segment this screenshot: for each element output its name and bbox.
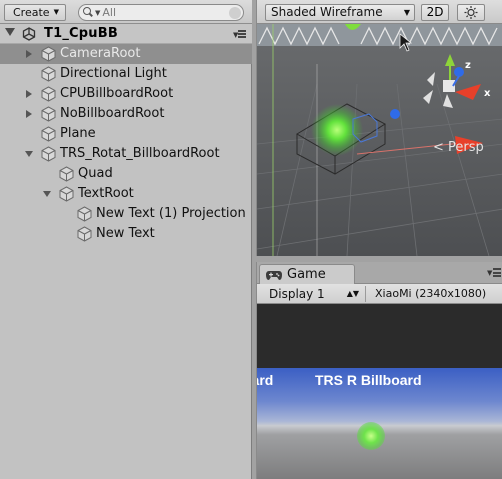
hierarchy-item-trs-rotat-billboard-root[interactable]: TRS_Rotat_BillboardRoot [0, 144, 252, 164]
hierarchy-item-camera-root[interactable]: CameraRoot [0, 44, 252, 64]
hierarchy-item-plane[interactable]: Plane [0, 124, 252, 144]
fold-closed-icon[interactable] [26, 90, 32, 98]
shading-mode-label: Shaded Wireframe [271, 5, 383, 19]
expand-arrow-icon[interactable] [5, 28, 15, 36]
hierarchy-item-label: CPUBillboardRoot [60, 86, 174, 101]
gameobject-cube-icon [77, 226, 92, 242]
gameobject-cube-icon [59, 186, 74, 202]
hierarchy-item-new-text[interactable]: New Text [0, 224, 252, 244]
scene-lighting-button[interactable] [457, 4, 485, 21]
unity-logo-icon [22, 27, 36, 41]
search-icon [83, 7, 94, 18]
fold-closed-icon[interactable] [26, 50, 32, 58]
persp-label[interactable]: < Persp [433, 140, 484, 155]
hierarchy-item-cpu-billboard-root[interactable]: CPUBillboardRoot [0, 84, 252, 104]
dropdown-caret-icon: ▼ [53, 8, 59, 16]
game-tab-bar: Game ▼ [257, 262, 502, 284]
create-label: Create [13, 6, 50, 19]
gameobject-cube-icon [41, 126, 56, 142]
sun-icon [464, 6, 478, 19]
display-label: Display 1 [269, 287, 325, 301]
hierarchy-search[interactable]: ▼ [78, 4, 244, 21]
fold-closed-icon[interactable] [26, 110, 32, 118]
game-viewport[interactable]: oard TRS R Billboard [257, 304, 502, 479]
game-toolbar: Display 1 ▲▼ XiaoMi (2340x1080) [257, 284, 502, 304]
gameobject-cube-icon [41, 86, 56, 102]
billboard-text-cut: oard [257, 372, 274, 388]
dropdown-caret-icon: ▼ [403, 8, 410, 17]
scene-header-row[interactable]: T1_CpuBB ▼ [0, 24, 252, 44]
resolution-dropdown[interactable]: XiaoMi (2340x1080) [371, 286, 501, 302]
scene-name: T1_CpuBB [44, 26, 118, 41]
gameobject-cube-icon [41, 66, 56, 82]
hierarchy-item-label: New Text [96, 226, 155, 241]
axis-x-label: x [484, 88, 491, 99]
search-clear-icon[interactable] [229, 7, 241, 19]
hierarchy-item-label: TRS_Rotat_BillboardRoot [60, 146, 220, 161]
hierarchy-toolbar: Create ▼ ▼ [0, 0, 252, 24]
hierarchy-item-label: NoBillboardRoot [60, 106, 165, 121]
billboard-title-text: TRS R Billboard [315, 372, 422, 388]
gameobject-cube-icon [41, 106, 56, 122]
scene-view-panel: Shaded Wireframe ▼ 2D z x < Persp [256, 0, 502, 256]
green-sphere [357, 422, 385, 450]
dropdown-caret-icon: ▲▼ [346, 289, 359, 298]
hierarchy-item-label: CameraRoot [60, 46, 141, 61]
game-menu-icon[interactable]: ▼ [487, 267, 501, 279]
create-button[interactable]: Create ▼ [4, 4, 66, 21]
gameobject-cube-icon [59, 166, 74, 182]
fold-open-icon[interactable] [25, 151, 33, 157]
search-filter-caret-icon[interactable]: ▼ [95, 9, 100, 17]
hierarchy-item-label: New Text (1) Projection [96, 206, 246, 221]
scene-toolbar: Shaded Wireframe ▼ 2D [257, 0, 502, 24]
gameobject-cube-icon [41, 146, 56, 162]
tab-game[interactable]: Game [259, 264, 355, 284]
toggle-2d-button[interactable]: 2D [421, 4, 449, 21]
game-controller-icon [266, 270, 282, 280]
game-tab-label: Game [287, 267, 326, 282]
hierarchy-item-label: Plane [60, 126, 96, 141]
hierarchy-panel: Create ▼ ▼ T1_CpuBB ▼ [0, 0, 252, 479]
game-view-panel: Game ▼ Display 1 ▲▼ XiaoMi (2340x1080) o… [256, 262, 502, 479]
hierarchy-item-quad[interactable]: Quad [0, 164, 252, 184]
search-input[interactable] [102, 6, 233, 19]
hierarchy-item-directional-light[interactable]: Directional Light [0, 64, 252, 84]
unity-editor: Create ▼ ▼ T1_CpuBB ▼ [0, 0, 502, 479]
display-dropdown[interactable]: Display 1 ▲▼ [263, 286, 366, 302]
hierarchy-item-new-text-1-projection[interactable]: New Text (1) Projection [0, 204, 252, 224]
shading-mode-dropdown[interactable]: Shaded Wireframe ▼ [265, 4, 415, 21]
hierarchy-item-label: Directional Light [60, 66, 167, 81]
hierarchy-item-label: TextRoot [78, 186, 134, 201]
fold-open-icon[interactable] [43, 191, 51, 197]
hierarchy-item-label: Quad [78, 166, 113, 181]
scene-menu-icon[interactable]: ▼ [233, 29, 246, 39]
hierarchy-item-text-root[interactable]: TextRoot [0, 184, 252, 204]
gameobject-cube-icon [77, 206, 92, 222]
hierarchy-item-no-billboard-root[interactable]: NoBillboardRoot [0, 104, 252, 124]
gameobject-cube-icon [41, 46, 56, 62]
axis-z-label: z [465, 60, 471, 71]
